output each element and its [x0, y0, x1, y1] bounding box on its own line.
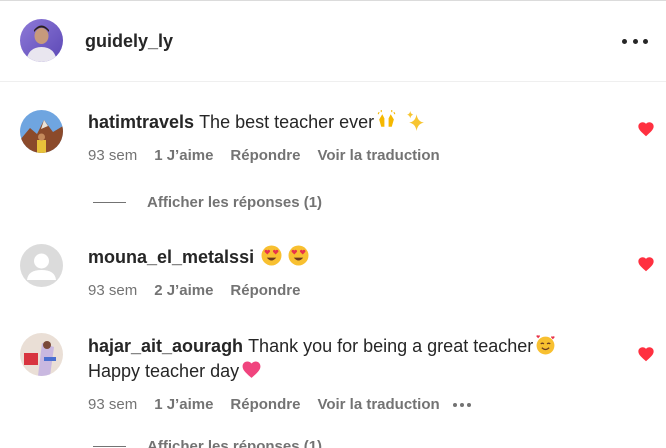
reply-button[interactable]: Répondre: [230, 147, 300, 164]
replies-divider-line: [93, 202, 126, 203]
commenter-avatar[interactable]: [20, 333, 63, 376]
commenter-avatar[interactable]: [20, 244, 63, 287]
comment-options-icon[interactable]: [452, 402, 471, 407]
comment-author[interactable]: hajar_ait_aouragh: [88, 336, 243, 356]
comment-item: mouna_el_metalssi 93 sem 2 J’aime Répond…: [0, 243, 666, 313]
see-translation-link[interactable]: Voir la traduction: [317, 396, 439, 413]
post-header: guidely_ly: [0, 1, 666, 82]
like-heart-icon[interactable]: [637, 346, 655, 362]
replies-divider-line: [93, 446, 126, 447]
comment-content: The best teacher ever: [199, 112, 375, 132]
pink-heart-emoji-icon: [242, 361, 261, 378]
comment-author[interactable]: mouna_el_metalssi: [88, 247, 254, 267]
comment-item: hajar_ait_aouragh Thank you for being a g…: [0, 333, 666, 448]
heart-eyes-emoji-icon: [288, 245, 309, 266]
comment-author[interactable]: hatimtravels: [88, 112, 194, 132]
post-author-avatar[interactable]: [20, 19, 63, 62]
reply-button[interactable]: Répondre: [230, 396, 300, 413]
view-replies-label: Afficher les réponses (1): [147, 438, 323, 448]
like-heart-icon[interactable]: [637, 256, 655, 272]
heart-eyes-emoji-icon: [261, 245, 282, 266]
like-heart-icon[interactable]: [637, 121, 655, 137]
view-replies-button[interactable]: Afficher les réponses (1): [93, 194, 322, 211]
comment-text: hajar_ait_aouragh Thank you for being a g…: [88, 334, 626, 384]
comment-text: hatimtravels The best teacher ever: [88, 110, 626, 135]
comment-content: Thank you for being a great teacher: [248, 336, 534, 356]
comment-text: mouna_el_metalssi: [88, 245, 626, 270]
comment-meta: 93 sem 1 J’aime Répondre Voir la traduct…: [88, 396, 471, 413]
comment-item: hatimtravels The best teacher ever 93 sem…: [0, 108, 666, 228]
sparkles-emoji-icon: [407, 111, 425, 131]
likes-count-link[interactable]: 1 J’aime: [154, 147, 213, 164]
more-horizontal-icon[interactable]: [622, 29, 648, 53]
reply-button[interactable]: Répondre: [230, 282, 300, 299]
comment-meta: 93 sem 1 J’aime Répondre Voir la traduct…: [88, 147, 457, 164]
smiling-face-with-hearts-emoji-icon: [536, 335, 555, 355]
comment-content-line-2: Happy teacher day: [88, 361, 240, 381]
see-translation-link[interactable]: Voir la traduction: [317, 147, 439, 164]
raising-hands-emoji-icon: [377, 110, 396, 127]
comment-age[interactable]: 93 sem: [88, 282, 137, 299]
comment-age[interactable]: 93 sem: [88, 147, 137, 164]
likes-count-link[interactable]: 1 J’aime: [154, 396, 213, 413]
likes-count-link[interactable]: 2 J’aime: [154, 282, 213, 299]
view-replies-button[interactable]: Afficher les réponses (1): [93, 438, 322, 448]
comment-age[interactable]: 93 sem: [88, 396, 137, 413]
post-author-username[interactable]: guidely_ly: [85, 31, 173, 52]
view-replies-label: Afficher les réponses (1): [147, 194, 323, 211]
commenter-avatar[interactable]: [20, 110, 63, 153]
comment-meta: 93 sem 2 J’aime Répondre: [88, 282, 317, 299]
